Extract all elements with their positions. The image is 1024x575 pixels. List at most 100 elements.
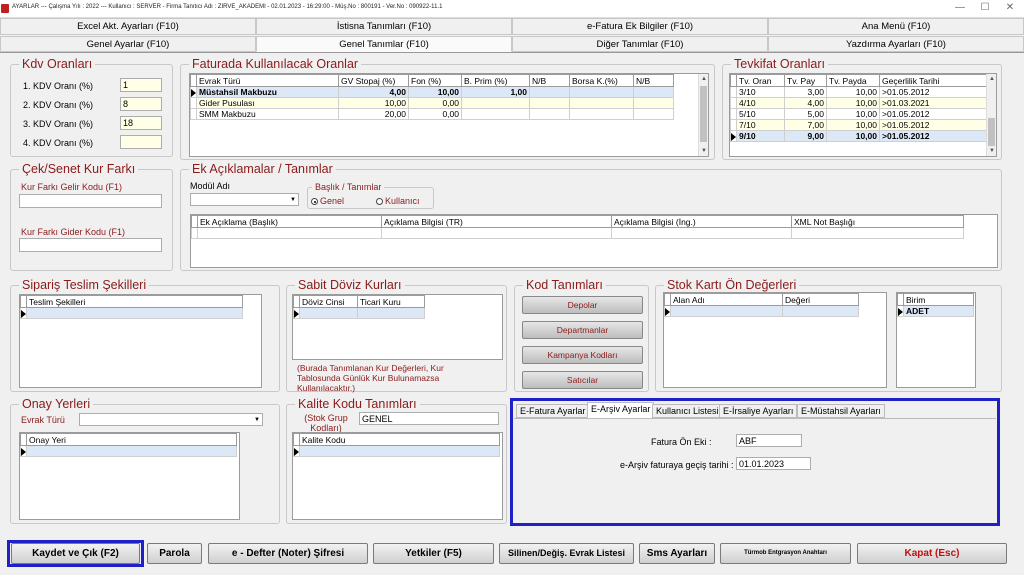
faturada-scrollbar[interactable]: ▲ ▼ [698,74,708,156]
stok-grup-select[interactable]: GENEL [359,412,499,425]
col-degeri[interactable]: Değeri [782,293,859,306]
table-row[interactable] [20,307,243,319]
col-teslim[interactable]: Teslim Şekilleri [26,295,243,308]
scroll-thumb[interactable] [988,118,995,146]
col-borsa[interactable]: Borsa K.(%) [569,74,634,87]
onay-title: Onay Yerleri [19,397,94,411]
col-nb-2[interactable]: N/B [633,74,674,87]
scroll-down-icon[interactable]: ▼ [699,146,708,156]
kdv-input-4[interactable] [120,135,162,149]
table-row[interactable] [664,305,859,317]
kampanya-button[interactable]: Kampanya Kodları [522,346,643,364]
depolar-button[interactable]: Depolar [522,296,643,314]
col-onay-yeri[interactable]: Onay Yeri [26,433,237,446]
kalite-grid[interactable]: Kalite Kodu [292,432,503,520]
evrak-turu-select[interactable]: ▼ [79,413,263,426]
tab-kullanici-listesi[interactable]: Kullanıcı Listesi [652,404,723,418]
sms-ayarlari-button[interactable]: Sms Ayarları [639,543,715,564]
table-row[interactable]: Gider Pusulası 10,00 0,00 [190,97,674,109]
onay-grid[interactable]: Onay Yeri [19,432,240,520]
table-row[interactable]: SMM Makbuzu 20,00 0,00 [190,108,674,120]
fatura-onek-input[interactable]: ABF [736,434,802,447]
col-fon[interactable]: Fon (%) [408,74,462,87]
minimize-icon[interactable]: — [950,2,970,13]
col-ek-baslik[interactable]: Ek Açıklama (Başlık) [197,215,382,228]
edefter-button[interactable]: e - Defter (Noter) Şifresi [208,543,368,564]
tab-yazdirma[interactable]: Yazdırma Ayarları (F10) [768,36,1024,52]
col-alan-adi[interactable]: Alan Adı [670,293,783,306]
tab-excel[interactable]: Excel Akt. Ayarları (F10) [0,18,256,35]
radio-genel[interactable]: Genel [311,196,344,206]
kapat-button[interactable]: Kapat (Esc) [857,543,1007,564]
table-row[interactable]: 7/10 7,00 10,00 >01.05.2012 [730,119,988,131]
tab-efatura-ayarlar[interactable]: E-Fatura Ayarlar [516,404,590,418]
table-row[interactable]: 9/10 9,00 10,00 >01.05.2012 [730,130,988,142]
tab-efatura-ek[interactable]: e-Fatura Ek Bilgiler (F10) [512,18,768,35]
col-tv-pay[interactable]: Tv. Pay [784,74,827,87]
turmob-button[interactable]: Türmob Entgrasyon Anahtarı [720,543,851,564]
col-nb-1[interactable]: N/B [529,74,570,87]
close-icon[interactable]: ✕ [1000,2,1020,13]
kdv-input-1[interactable]: 1 [120,78,162,92]
table-row[interactable] [293,445,500,457]
kdv-label-3: 3. KDV Oranı (%) [23,119,94,129]
kur-gider-input[interactable] [19,238,162,252]
col-evrak-turu[interactable]: Evrak Türü [196,74,339,87]
scroll-up-icon[interactable]: ▲ [699,74,708,84]
col-b-prim[interactable]: B. Prim (%) [461,74,530,87]
col-birim[interactable]: Birim [903,293,974,306]
tevkifat-grid[interactable]: Tv. Oran Tv. Pay Tv. Payda Geçerlilik Tarih… [729,73,997,157]
yetkiler-button[interactable]: Yetkiler (F5) [373,543,494,564]
tab-genel-ayarlar[interactable]: Genel Ayarlar (F10) [0,36,256,52]
col-aciklama-tr[interactable]: Açıklama Bilgisi (TR) [381,215,612,228]
col-doviz-cinsi[interactable]: Döviz Cinsi [299,295,358,308]
ek-grid[interactable]: Ek Açıklama (Başlık) Açıklama Bilgisi (TR… [190,214,998,268]
tab-genel-tanimlar[interactable]: Genel Tanımlar (F10) [256,36,512,52]
tab-emustahsil[interactable]: E-Müstahsil Ayarları [797,404,885,418]
silinen-evrak-button[interactable]: Silinen/Değiş. Evrak Listesi [499,543,634,564]
col-xml-not[interactable]: XML Not Başlığı [791,215,964,228]
birim-grid[interactable]: Birim ADET [896,292,976,388]
col-tv-oran[interactable]: Tv. Oran [736,74,785,87]
gecis-tarihi-input[interactable]: 01.01.2023 [736,457,811,470]
kdv-input-2[interactable]: 8 [120,97,162,111]
tab-eirsaliye[interactable]: E-İrsaliye Ayarları [719,404,798,418]
doviz-grid[interactable]: Döviz Cinsi Ticari Kuru [292,294,503,360]
col-tv-payda[interactable]: Tv. Payda [826,74,880,87]
tab-ana-menu[interactable]: Ana Menü (F10) [768,18,1024,35]
saticilar-button[interactable]: Satıcılar [522,371,643,389]
row-pointer-icon [294,447,299,456]
col-ticari-kuru[interactable]: Ticari Kuru [357,295,425,308]
modul-select[interactable]: ▼ [190,193,299,206]
col-kalite-kodu[interactable]: Kalite Kodu [299,433,500,446]
maximize-icon[interactable]: ☐ [975,2,995,13]
faturada-grid[interactable]: Evrak Türü GV Stopaj (%) Fon (%) B. Prim (%… [189,73,709,157]
tab-diger-tanimlar[interactable]: Diğer Tanımlar (F10) [512,36,768,52]
kdv-input-3[interactable]: 18 [120,116,162,130]
siparis-grid[interactable]: Teslim Şekilleri [19,294,262,388]
table-row[interactable] [293,307,425,319]
departmanlar-button[interactable]: Departmanlar [522,321,643,339]
scroll-thumb[interactable] [700,86,707,142]
table-row[interactable]: ADET [897,305,974,317]
scroll-down-icon[interactable]: ▼ [987,146,996,156]
tab-istisna[interactable]: İstisna Tanımları (F10) [256,18,512,35]
parola-button[interactable]: Parola [147,543,202,564]
table-row[interactable]: 4/10 4,00 10,00 >01.03.2021 [730,97,988,109]
table-row[interactable] [191,227,964,239]
col-gecerlilik[interactable]: Geçerlilik Tarihi [879,74,988,87]
col-gv-stopaj[interactable]: GV Stopaj (%) [338,74,409,87]
scroll-up-icon[interactable]: ▲ [987,74,996,84]
table-row[interactable]: Müstahsil Makbuzu 4,00 10,00 1,00 [190,86,674,98]
kur-gelir-input[interactable] [19,194,162,208]
table-row[interactable]: 5/10 5,00 10,00 >01.05.2012 [730,108,988,120]
radio-kullanici[interactable]: Kullanıcı [376,196,420,206]
stok-grid[interactable]: Alan Adı Değeri [663,292,887,388]
tevkifat-scrollbar[interactable]: ▲ ▼ [986,74,996,156]
table-row[interactable] [20,445,237,457]
table-row[interactable]: 3/10 3,00 10,00 >01.05.2012 [730,86,988,98]
col-aciklama-ing[interactable]: Açıklama Bilgisi (İng.) [611,215,792,228]
tab-divider [514,418,996,419]
kaydet-button[interactable]: Kaydet ve Çık (F2) [11,543,140,564]
tab-earsiv-ayarlar[interactable]: E-Arşiv Ayarlar [587,402,655,418]
